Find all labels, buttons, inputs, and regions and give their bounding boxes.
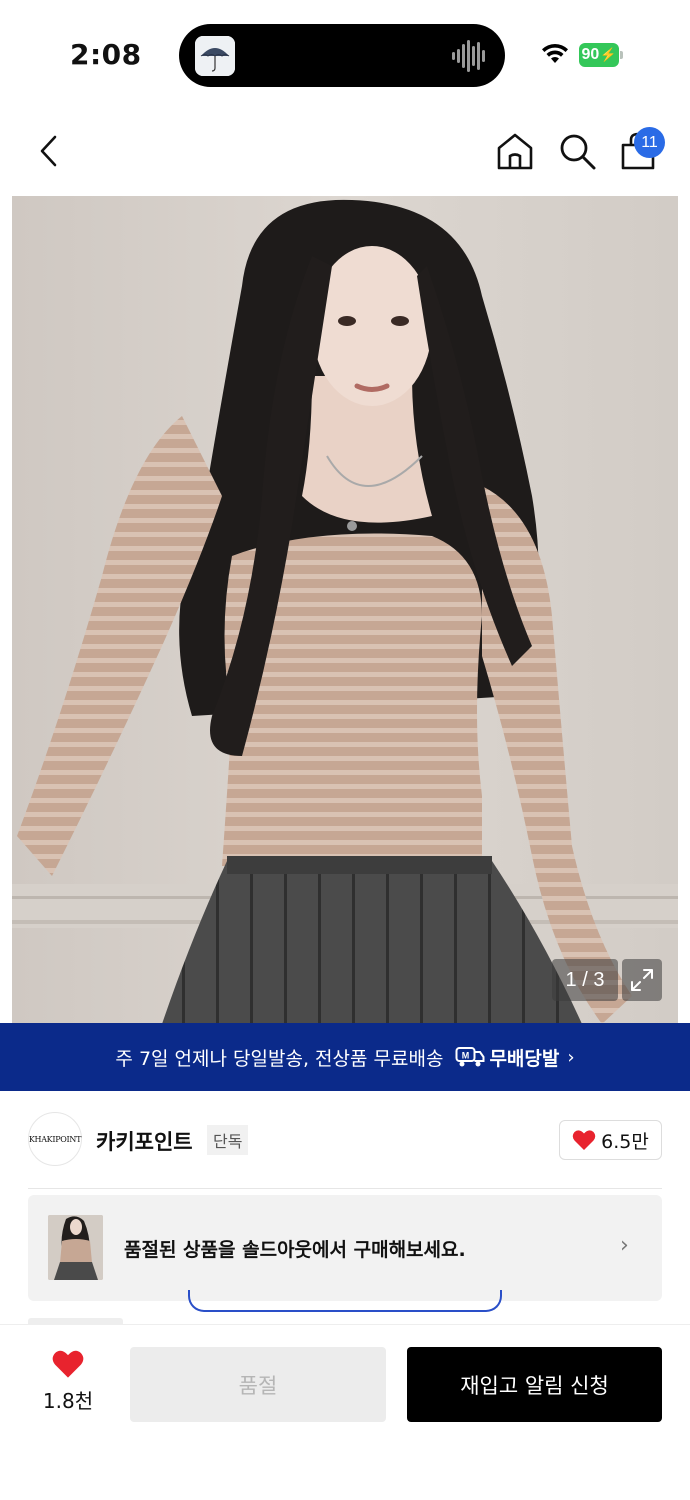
soldout-promo-card[interactable]: 품절된 상품을 솔드아웃에서 구매해보세요. › (28, 1195, 662, 1301)
restock-alert-button[interactable]: 재입고 알림 신청 (407, 1347, 662, 1422)
umbrella-icon (195, 36, 235, 76)
wifi-icon (542, 43, 568, 63)
brand-like-button[interactable]: 6.5만 (559, 1120, 662, 1160)
expand-icon (631, 969, 653, 991)
status-bar: 2:08 90 ⚡ (0, 0, 690, 108)
cart-count-badge: 11 (634, 127, 665, 158)
chevron-right-icon: › (567, 1046, 575, 1068)
partially-hidden-button (188, 1290, 502, 1312)
divider (28, 1188, 662, 1189)
shipping-brand: M 무배당발 (455, 1044, 559, 1071)
search-button[interactable] (555, 128, 599, 174)
product-image[interactable] (12, 196, 678, 1024)
exclusive-tag: 단독 (207, 1125, 249, 1155)
home-button[interactable] (493, 128, 537, 174)
brand-like-count: 6.5만 (601, 1130, 649, 1153)
status-time: 2:08 (70, 38, 142, 71)
search-icon (560, 134, 596, 170)
expand-button[interactable] (622, 959, 662, 1001)
heart-icon (572, 1130, 596, 1150)
heart-icon (52, 1350, 84, 1378)
shipping-banner[interactable]: 주 7일 언제나 당일발송, 전상품 무료배송 M 무배당발 › (0, 1023, 690, 1091)
battery-level: 90 ⚡ (579, 43, 619, 67)
soldout-promo-text: 품절된 상품을 솔드아웃에서 구매해보세요. (124, 1239, 466, 1261)
shipping-text: 주 7일 언제나 당일발송, 전상품 무료배송 (115, 1047, 444, 1070)
shipping-brand-label: 무배당발 (489, 1047, 560, 1070)
product-like-button[interactable]: 1.8천 (28, 1349, 108, 1421)
bottom-action-bar: 1.8천 품절 재입고 알림 신청 (0, 1324, 690, 1500)
svg-text:M: M (462, 1051, 470, 1061)
brand-name[interactable]: 카키포인트 (96, 1126, 193, 1156)
soldout-thumbnail (48, 1215, 103, 1280)
dynamic-island (179, 24, 505, 87)
chevron-right-icon: › (620, 1233, 629, 1258)
home-icon (497, 133, 533, 170)
brand-logo[interactable]: KHAKIPOINT (28, 1112, 82, 1166)
image-counter: 1 / 3 (552, 959, 618, 1001)
delivery-truck-m-icon: M (455, 1047, 485, 1067)
brand-logo-text: KHAKIPOINT (28, 1134, 82, 1144)
battery-text: 90 (581, 46, 600, 63)
top-nav-bar (0, 108, 690, 194)
back-chevron-icon (40, 135, 57, 167)
audio-wave-icon (452, 40, 485, 72)
back-button[interactable] (26, 128, 70, 174)
brand-row: KHAKIPOINT 카키포인트 단독 6.5만 (0, 1091, 690, 1187)
battery-charging-icon: 90 ⚡ (579, 43, 623, 67)
product-like-count: 1.8천 (42, 1389, 94, 1413)
soldout-button: 품절 (130, 1347, 386, 1422)
